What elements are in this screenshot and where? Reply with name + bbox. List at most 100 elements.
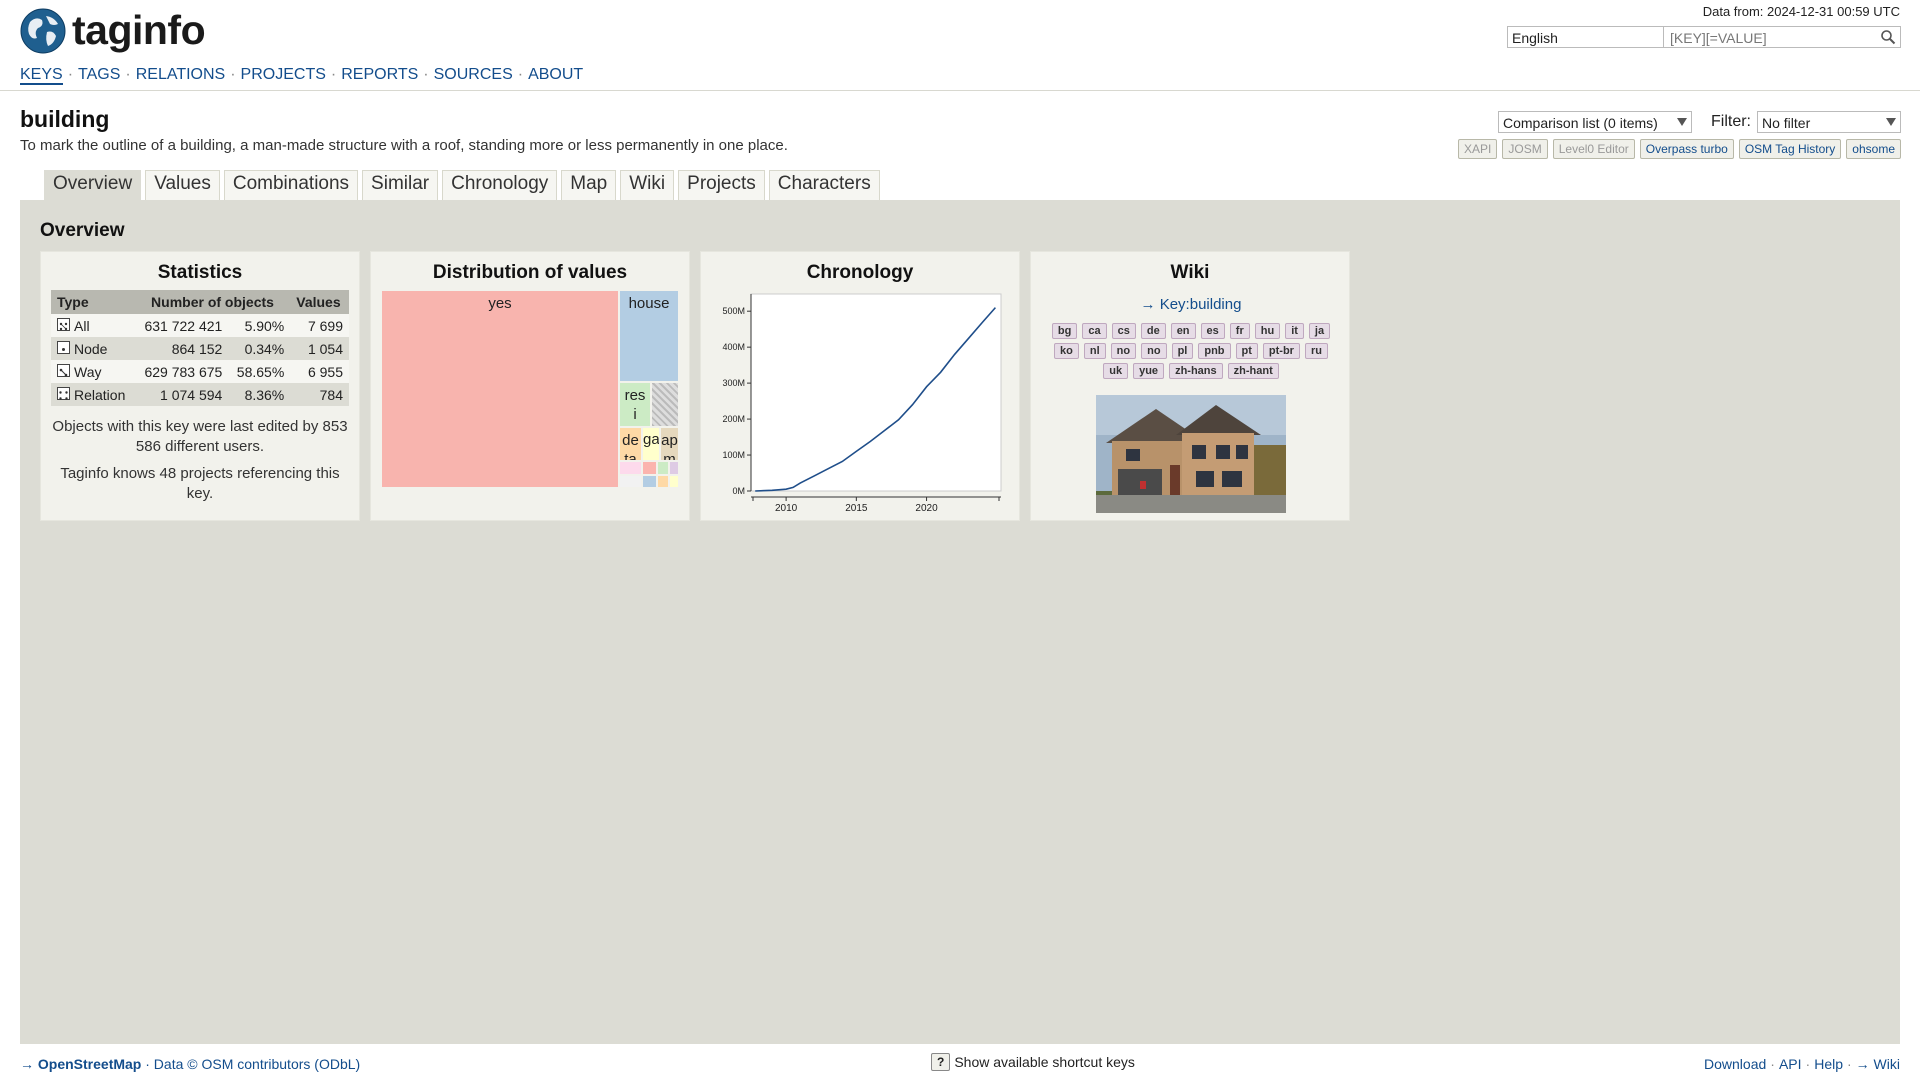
tab-combinations[interactable]: Combinations	[223, 170, 359, 201]
wiki-lang-badge[interactable]: hu	[1254, 323, 1281, 339]
object-count: 631 722 421	[134, 314, 229, 337]
comparison-list-select[interactable]: Comparison list (0 items)	[1498, 111, 1692, 133]
wiki-lang-badge[interactable]: no	[1141, 343, 1167, 359]
search-placeholder: [KEY][=VALUE]	[1670, 30, 1767, 46]
search-icon[interactable]	[1880, 29, 1896, 45]
wiki-lang-badge[interactable]: ja	[1308, 323, 1331, 339]
tab-characters[interactable]: Characters	[768, 170, 880, 201]
overpass-turbo-button[interactable]: Overpass turbo	[1639, 139, 1734, 159]
wiki-lang-badge[interactable]: zh-hans	[1169, 363, 1223, 379]
values-count[interactable]: 784	[290, 383, 349, 406]
search-input[interactable]: [KEY][=VALUE]	[1663, 26, 1901, 48]
wiki-lang-badge[interactable]: de	[1140, 323, 1166, 339]
wiki-lang-badge[interactable]: zh-hant	[1227, 363, 1279, 379]
chronology-box: Chronology 0M 100M 200M 300M 400M 500M 2010 201…	[700, 251, 1020, 521]
footer-links: Download · API · Help · → Wiki	[1704, 1056, 1900, 1072]
values-count[interactable]: 1 054	[290, 337, 349, 360]
openstreetmap-link[interactable]: OpenStreetMap	[38, 1056, 141, 1072]
object-count: 1 074 594	[134, 383, 229, 406]
tab-overview[interactable]: Overview	[44, 170, 142, 201]
overview-panel: Overview Statistics Type Number of objec…	[20, 200, 1900, 1044]
nav-tags[interactable]: TAGS	[78, 66, 120, 83]
nav-projects[interactable]: PROJECTS	[241, 66, 326, 83]
ohsome-button[interactable]: ohsome	[1846, 139, 1901, 159]
level0-editor-button[interactable]: Level0 Editor	[1552, 139, 1635, 159]
treemap-cell-small	[642, 475, 657, 488]
y-tick-label: 400M	[722, 342, 745, 352]
wiki-lang-badge[interactable]: cs	[1111, 323, 1136, 339]
wiki-lang-badge[interactable]: pt	[1235, 343, 1258, 359]
xapi-button[interactable]: XAPI	[1458, 139, 1498, 159]
treemap-cell-small	[657, 475, 669, 488]
wiki-lang-badge[interactable]: fr	[1229, 323, 1250, 339]
nav-sources[interactable]: SOURCES	[434, 66, 513, 83]
wiki-lang-badge[interactable]: nl	[1083, 343, 1106, 359]
header-number: Number of objects	[134, 290, 291, 314]
wiki-lang-badge[interactable]: ko	[1054, 343, 1079, 359]
osm-license-link[interactable]: · Data © OSM contributors (ODbL)	[145, 1056, 360, 1072]
wiki-lang-badge[interactable]: ca	[1082, 323, 1107, 339]
relation-icon	[57, 386, 70, 400]
logo[interactable]: taginfo	[20, 7, 206, 54]
wiki-lang-badge[interactable]: pt-br	[1262, 343, 1300, 359]
footer: → OpenStreetMap · Data © OSM contributor…	[0, 1052, 1920, 1080]
tab-chronology[interactable]: Chronology	[442, 170, 558, 201]
chevron-down-icon	[1677, 118, 1687, 126]
nav-reports[interactable]: REPORTS	[341, 66, 418, 83]
help-link[interactable]: Help	[1814, 1056, 1843, 1072]
treemap-cell-small	[642, 461, 657, 475]
treemap-cell-yes[interactable]: yes	[381, 290, 619, 488]
treemap-cell-other	[651, 382, 679, 427]
treemap-cell-residential[interactable]: res i	[619, 382, 651, 427]
wiki-lang-badge[interactable]: yue	[1133, 363, 1165, 379]
header: taginfo Data from: 2024-12-31 00:59 UTC …	[0, 0, 1920, 91]
wiki-page-link[interactable]: → Key:building	[1141, 296, 1242, 313]
language-select[interactable]: English	[1507, 26, 1685, 48]
type-label: Node	[74, 340, 108, 357]
wiki-lang-badge[interactable]: ru	[1304, 343, 1328, 359]
key-description: To mark the outline of a building, a man…	[20, 137, 788, 154]
object-percent: 0.34%	[228, 337, 291, 360]
header-values: Values	[290, 290, 349, 314]
treemap-cell-detached[interactable]: de ta	[619, 427, 642, 461]
api-link[interactable]: API	[1779, 1056, 1802, 1072]
y-tick-label: 300M	[722, 378, 745, 388]
filter-value: No filter	[1762, 115, 1811, 131]
nav-about[interactable]: ABOUT	[528, 66, 583, 83]
shortcut-hint[interactable]: ? Show available shortcut keys	[931, 1053, 1135, 1071]
osm-tag-history-button[interactable]: OSM Tag History	[1738, 139, 1842, 159]
wiki-lang-badge[interactable]: en	[1170, 323, 1196, 339]
wiki-link[interactable]: → Wiki	[1856, 1056, 1900, 1072]
values-count[interactable]: 7 699	[290, 314, 349, 337]
tab-wiki[interactable]: Wiki	[620, 170, 675, 201]
wiki-lang-badge[interactable]: uk	[1103, 363, 1129, 379]
treemap-cell-apartments[interactable]: ap m	[660, 427, 679, 461]
wiki-lang-badge[interactable]: pl	[1171, 343, 1194, 359]
plot-area	[750, 293, 1002, 492]
values-count[interactable]: 6 955	[290, 360, 349, 383]
projects-note: Taginfo knows 48 projects referencing th…	[60, 465, 340, 502]
logo-text: taginfo	[72, 7, 206, 53]
nav-keys[interactable]: KEYS	[20, 66, 63, 85]
nav-relations[interactable]: RELATIONS	[136, 66, 226, 83]
filter-select[interactable]: No filter	[1757, 111, 1901, 133]
download-link[interactable]: Download	[1704, 1056, 1766, 1072]
wiki-lang-badge[interactable]: es	[1200, 323, 1225, 339]
treemap-cell-garage[interactable]: ga	[642, 427, 660, 461]
treemap-cell-house[interactable]: house	[619, 290, 679, 382]
wiki-title: Wiki	[1170, 262, 1210, 283]
josm-button[interactable]: JOSM	[1502, 139, 1548, 159]
tab-values[interactable]: Values	[145, 170, 220, 201]
tab-projects[interactable]: Projects	[678, 170, 765, 201]
object-percent: 58.65%	[228, 360, 291, 383]
wiki-lang-badge[interactable]: pnb	[1198, 343, 1231, 359]
wiki-house-image[interactable]	[1096, 395, 1286, 513]
wiki-lang-badge[interactable]: it	[1285, 323, 1304, 339]
wiki-lang-badge[interactable]: no	[1110, 343, 1137, 359]
tab-map[interactable]: Map	[561, 170, 617, 201]
wiki-lang-badge[interactable]: bg	[1051, 323, 1078, 339]
tab-similar[interactable]: Similar	[362, 170, 439, 201]
table-row: Node 864 152 0.34% 1 054	[51, 337, 349, 360]
treemap-cell-small	[619, 461, 642, 475]
users-note: Objects with this key were last edited b…	[52, 418, 348, 455]
